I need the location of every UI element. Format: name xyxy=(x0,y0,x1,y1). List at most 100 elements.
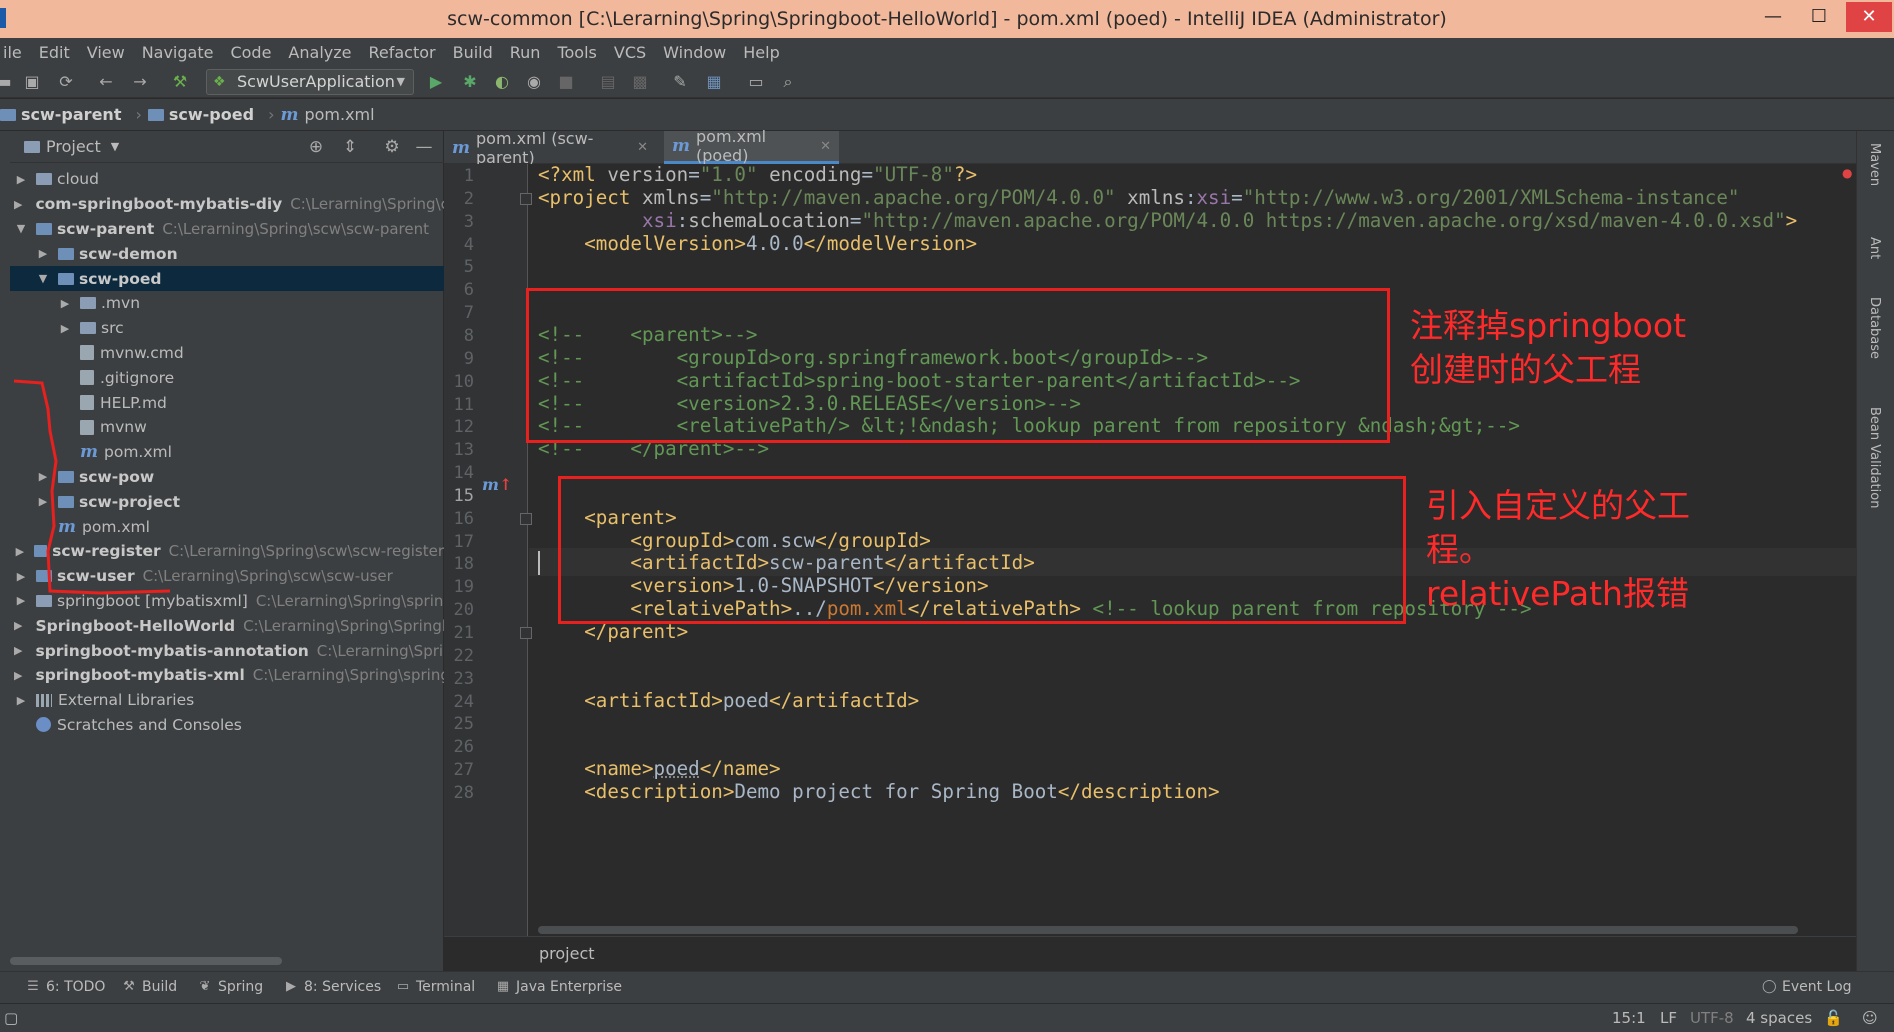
tree-item[interactable]: ▶ springboot-mybatis-xml C:\Lerarning\Spri… xyxy=(10,663,444,688)
tool-todo[interactable]: ☰ 6: TODO xyxy=(26,979,105,995)
gear-icon[interactable]: ⚙ xyxy=(382,137,402,157)
fold-marker-icon[interactable] xyxy=(520,627,532,639)
tool-tab-database[interactable]: Database xyxy=(1867,297,1882,359)
editor-horizontal-scrollbar[interactable] xyxy=(538,926,1798,934)
chevron-right-icon[interactable]: ▶ xyxy=(36,247,50,260)
menu-view[interactable]: View xyxy=(84,43,128,62)
run-icon[interactable]: ▶ xyxy=(426,72,446,92)
tree-item[interactable]: ▶ scw-demon xyxy=(10,241,444,266)
coverage-icon[interactable]: ◐ xyxy=(492,72,512,92)
chevron-right-icon[interactable]: ▶ xyxy=(14,198,22,211)
menu-analyze[interactable]: Analyze xyxy=(285,43,354,62)
tree-item[interactable]: ▶ Springboot-HelloWorld C:\Lerarning\Sprin… xyxy=(10,613,444,638)
chevron-right-icon[interactable]: ▶ xyxy=(58,297,72,310)
menu-file[interactable]: ile xyxy=(0,43,25,62)
menu-code[interactable]: Code xyxy=(227,43,274,62)
tree-item[interactable]: .gitignore xyxy=(10,365,444,390)
tool-services[interactable]: ▶ 8: Services xyxy=(284,979,381,995)
project-horizontal-scrollbar[interactable] xyxy=(10,957,282,965)
menu-vcs[interactable]: VCS xyxy=(611,43,649,62)
breadcrumb-scw-poed[interactable]: scw-poed xyxy=(169,105,254,124)
tree-item[interactable]: ▼ scw-poed xyxy=(10,266,444,291)
tree-item[interactable]: ▶ scw-project xyxy=(10,489,444,514)
status-indicator-icon[interactable]: ▢ xyxy=(4,1009,18,1027)
tree-item[interactable]: ▶ External Libraries xyxy=(10,688,444,713)
chevron-right-icon[interactable]: ▶ xyxy=(14,545,26,558)
tree-item[interactable]: m pom.xml xyxy=(10,440,444,465)
menu-help[interactable]: Help xyxy=(740,43,782,62)
breadcrumb-scw-parent[interactable]: scw-parent xyxy=(21,105,121,124)
tool-event-log[interactable]: ◯ Event Log xyxy=(1762,979,1852,995)
tree-item[interactable]: ▶ src xyxy=(10,316,444,341)
menu-build[interactable]: Build xyxy=(450,43,496,62)
stop-icon[interactable]: ■ xyxy=(556,72,576,92)
open-icon[interactable]: ▬ xyxy=(0,72,14,92)
caret-position[interactable]: 15:1 xyxy=(1612,1009,1646,1027)
hide-panel-icon[interactable]: — xyxy=(414,137,434,157)
tab-pom-poed[interactable]: m pom.xml (poed) ✕ xyxy=(664,127,839,165)
attach-icon[interactable]: ▤ xyxy=(598,72,618,92)
tree-item[interactable]: mvnw.cmd xyxy=(10,341,444,366)
update-icon[interactable]: ▩ xyxy=(630,72,650,92)
tool-tab-bean-validation[interactable]: Bean Validation xyxy=(1867,407,1882,508)
back-arrow-icon[interactable]: ← xyxy=(96,72,116,92)
tree-item[interactable]: mvnw xyxy=(10,415,444,440)
maven-parent-gutter-icon[interactable]: m↑ xyxy=(482,475,512,494)
close-button[interactable]: ✕ xyxy=(1846,2,1892,32)
tool-build[interactable]: ⚒ Build xyxy=(122,979,177,995)
menu-window[interactable]: Window xyxy=(660,43,729,62)
xml-path-breadcrumb[interactable]: project xyxy=(444,936,1856,971)
settings-wrench-icon[interactable]: ✎ xyxy=(670,72,690,92)
tool-tab-maven[interactable]: Maven xyxy=(1867,143,1882,186)
tree-item[interactable]: ▼ scw-parent C:\Lerarning\Spring\scw\scw-p… xyxy=(10,217,444,242)
forward-arrow-icon[interactable]: → xyxy=(130,72,150,92)
code-editor[interactable]: 1 2 3 4 5 6 7 8 9 10 11 12 13 14 15 16 17 18 19 20 21 22 23 24 2… xyxy=(444,164,1856,936)
chevron-right-icon[interactable]: ▶ xyxy=(36,495,50,508)
debug-bug-icon[interactable]: ✱ xyxy=(460,72,480,92)
tree-item[interactable]: Scratches and Consoles xyxy=(10,713,444,738)
tree-item[interactable]: ▶ scw-user C:\Lerarning\Spring\scw\scw-use… xyxy=(10,564,444,589)
tree-item[interactable]: HELP.md xyxy=(10,390,444,415)
maximize-button[interactable]: ☐ xyxy=(1796,2,1842,32)
menu-navigate[interactable]: Navigate xyxy=(139,43,217,62)
build-hammer-icon[interactable]: ⚒ xyxy=(170,72,190,92)
tree-item[interactable]: m pom.xml xyxy=(10,514,444,539)
run-configuration-select[interactable]: ❖ ScwUserApplication ▼ xyxy=(206,69,414,95)
tool-java-enterprise[interactable]: ▦ Java Enterprise xyxy=(496,979,622,995)
chevron-right-icon[interactable]: ▶ xyxy=(14,669,22,682)
tool-spring[interactable]: ❦ Spring xyxy=(198,979,264,995)
fold-marker-icon[interactable] xyxy=(520,192,532,205)
file-encoding[interactable]: UTF-8 xyxy=(1690,1009,1734,1027)
menu-tools[interactable]: Tools xyxy=(554,43,599,62)
profile-icon[interactable]: ◉ xyxy=(524,72,544,92)
tree-item[interactable]: ▶ scw-register C:\Lerarning\Spring\scw\scw… xyxy=(10,539,444,564)
chevron-down-icon[interactable]: ▼ xyxy=(14,222,28,235)
chevron-right-icon[interactable]: ▶ xyxy=(14,619,22,632)
chevron-right-icon[interactable]: ▶ xyxy=(14,694,28,707)
menu-refactor[interactable]: Refactor xyxy=(365,43,438,62)
inspector-icon[interactable]: ☺ xyxy=(1862,1009,1878,1027)
terminal-window-icon[interactable]: ▭ xyxy=(746,72,766,92)
locate-crosshair-icon[interactable]: ⊕ xyxy=(306,137,326,157)
fold-marker-icon[interactable] xyxy=(520,512,532,525)
tool-terminal[interactable]: ▭ Terminal xyxy=(396,979,475,995)
close-icon[interactable]: ✕ xyxy=(637,140,648,155)
chevron-right-icon[interactable]: ▶ xyxy=(36,470,50,483)
breadcrumb-pom-xml[interactable]: pom.xml xyxy=(304,105,374,124)
tree-item[interactable]: ▶ springboot-mybatis-annotation C:\Lerarni… xyxy=(10,638,444,663)
lock-icon[interactable]: 🔓 xyxy=(1824,1009,1843,1027)
sync-icon[interactable]: ⟳ xyxy=(56,72,76,92)
chevron-down-icon[interactable]: ▼ xyxy=(36,272,50,285)
indent-setting[interactable]: 4 spaces xyxy=(1746,1009,1812,1027)
tree-item[interactable]: ▶ scw-pow xyxy=(10,465,444,490)
project-view-selector[interactable]: Project xyxy=(46,137,101,156)
minimize-button[interactable]: — xyxy=(1750,2,1796,32)
tree-item[interactable]: ▶ .mvn xyxy=(10,291,444,316)
search-icon[interactable]: ⌕ xyxy=(778,72,798,92)
project-structure-icon[interactable]: ▦ xyxy=(704,72,724,92)
line-separator[interactable]: LF xyxy=(1660,1009,1677,1027)
chevron-right-icon[interactable]: ▶ xyxy=(58,322,72,335)
chevron-right-icon[interactable]: ▶ xyxy=(14,644,22,657)
tree-item[interactable]: ▶ com-springboot-mybatis-diy C:\Lerarning\… xyxy=(10,192,444,217)
chevron-right-icon[interactable]: ▶ xyxy=(14,570,28,583)
